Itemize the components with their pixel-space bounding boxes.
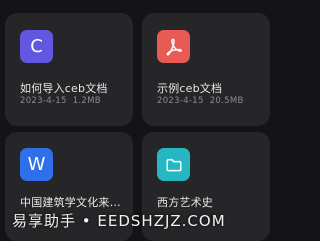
file-date: 2023-4-15 [20,96,67,106]
watermark-text: 易享助手 • EEDSHZJZ.COM [12,212,226,230]
file-card[interactable]: C 如何导入ceb文档 2023-4-15 1.2MB [5,13,133,126]
file-name: 示例ceb文档 [157,82,223,95]
file-meta: 2023-4-15 20.5MB [157,96,244,106]
file-name: 如何导入ceb文档 [20,82,108,95]
word-w-icon: W [20,148,53,181]
file-meta: 2023-4-15 1.2MB [20,96,101,106]
icon-letter: C [30,35,43,57]
pdf-icon [157,30,190,63]
file-size: 20.5MB [209,96,244,106]
icon-letter: W [27,153,46,175]
file-size: 1.2MB [72,96,101,106]
file-name: 中国建筑学文化来… [20,196,121,209]
folder-icon [157,148,190,181]
file-date: 2023-4-15 [157,96,204,106]
folder-name: 西方艺术史 [157,196,213,209]
file-card[interactable]: 示例ceb文档 2023-4-15 20.5MB [142,13,270,126]
letter-c-icon: C [20,30,53,63]
file-grid-screen: C 如何导入ceb文档 2023-4-15 1.2MB 示例ceb文档 2023-… [0,0,274,241]
